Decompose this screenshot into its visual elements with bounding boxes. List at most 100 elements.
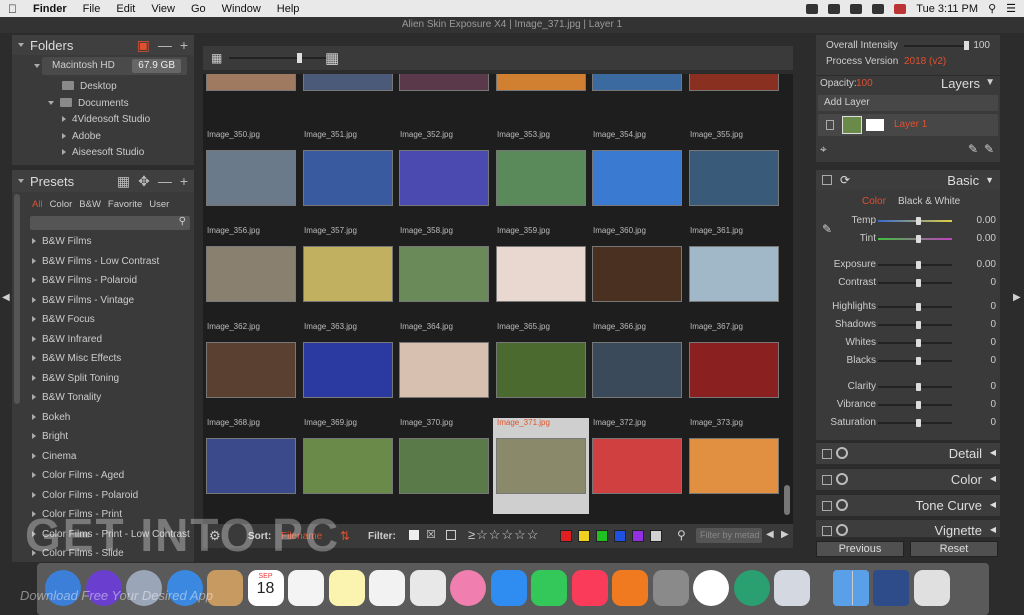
expand-icon[interactable] bbox=[32, 296, 36, 303]
volume-icon[interactable] bbox=[872, 3, 885, 14]
thumbnail-cell[interactable]: Image_372.jpg bbox=[589, 418, 685, 514]
slider-whites[interactable]: Whites 0 bbox=[826, 334, 996, 352]
thumbnail-cell[interactable]: Image_371.jpg bbox=[493, 418, 589, 514]
reset-cycle-icon[interactable] bbox=[836, 473, 848, 485]
slider-knob[interactable] bbox=[916, 217, 921, 225]
apple-menu-icon[interactable]:  bbox=[0, 2, 25, 16]
dock-app-icon[interactable] bbox=[369, 570, 405, 606]
tree-item-adobe[interactable]: Adobe bbox=[48, 129, 150, 146]
next-arrow-icon[interactable]: ▶ bbox=[781, 529, 789, 540]
slider-knob[interactable] bbox=[916, 321, 921, 329]
slider-highlights[interactable]: Highlights 0 bbox=[826, 298, 996, 316]
chevron-left-icon[interactable]: ◀ bbox=[990, 474, 996, 483]
preset-item[interactable]: B&W Films - Vintage bbox=[26, 291, 194, 311]
flag-filter-icon[interactable] bbox=[409, 530, 419, 540]
slider-track[interactable] bbox=[878, 217, 952, 225]
dock-app-icon[interactable] bbox=[733, 570, 770, 606]
search-icon[interactable]: ⚲ bbox=[677, 528, 686, 542]
preset-item[interactable]: B&W Split Toning bbox=[26, 369, 194, 389]
drive-expand-icon[interactable] bbox=[34, 64, 40, 68]
folder-add-icon[interactable]: ▣ bbox=[137, 37, 150, 54]
color-swatch[interactable] bbox=[650, 530, 662, 542]
expand-icon[interactable] bbox=[32, 452, 36, 459]
thumbnail-cell[interactable]: Image_363.jpg bbox=[300, 322, 396, 418]
preset-item[interactable]: B&W Films - Low Contrast bbox=[26, 252, 194, 272]
preset-item[interactable]: B&W Misc Effects bbox=[26, 349, 194, 369]
unflag-filter-icon[interactable] bbox=[446, 530, 456, 540]
dock-app-icon[interactable] bbox=[571, 570, 608, 606]
expand-icon[interactable] bbox=[32, 374, 36, 381]
minus-icon[interactable]: — bbox=[158, 173, 172, 190]
color-swatch[interactable] bbox=[596, 530, 608, 542]
thumbnail-cell[interactable]: Image_373.jpg bbox=[686, 418, 782, 514]
slider-vibrance[interactable]: Vibrance 0 bbox=[826, 396, 996, 414]
slider-knob[interactable] bbox=[916, 279, 921, 287]
slider-temp[interactable]: Temp 0.00 bbox=[826, 212, 996, 230]
slider-track[interactable] bbox=[878, 235, 952, 243]
tree-item-desktop[interactable]: Desktop bbox=[48, 79, 150, 96]
expand-icon[interactable] bbox=[32, 472, 36, 478]
prev-arrow-icon[interactable]: ◀ bbox=[766, 529, 774, 540]
dock-app-icon[interactable] bbox=[450, 570, 486, 606]
tree-item-4videosoft[interactable]: 4Videosoft Studio bbox=[48, 112, 150, 129]
visibility-icon[interactable] bbox=[826, 120, 834, 130]
preset-item[interactable]: Color Films - Polaroid bbox=[26, 486, 194, 506]
thumbnail-cell[interactable]: Image_354.jpg bbox=[589, 130, 685, 226]
crop-icon[interactable]: ⌖ bbox=[820, 142, 827, 157]
panel-toggle-icon[interactable] bbox=[822, 526, 832, 536]
preset-item[interactable]: B&W Tonality bbox=[26, 388, 194, 408]
preset-item[interactable]: B&W Films bbox=[26, 232, 194, 252]
minus-icon[interactable]: — bbox=[158, 37, 172, 54]
thumbnail-cell[interactable] bbox=[396, 74, 492, 130]
slider-track[interactable] bbox=[878, 303, 952, 311]
menu-help[interactable]: Help bbox=[269, 3, 308, 15]
scrollbar[interactable] bbox=[14, 194, 20, 404]
menu-view[interactable]: View bbox=[143, 3, 183, 15]
color-swatch[interactable] bbox=[578, 530, 590, 542]
opacity-value[interactable]: 100 bbox=[856, 78, 873, 89]
section-vignette[interactable]: Vignette ◀ bbox=[816, 519, 1000, 538]
reset-cycle-icon[interactable]: ⟳ bbox=[840, 173, 850, 187]
section-detail[interactable]: Detail ◀ bbox=[816, 442, 1000, 464]
thumbnail-cell[interactable] bbox=[589, 74, 685, 130]
thumbnail-cell[interactable]: Image_351.jpg bbox=[300, 130, 396, 226]
thumbnail-cell[interactable]: Image_353.jpg bbox=[493, 130, 589, 226]
wifi-icon[interactable] bbox=[850, 3, 863, 14]
tree-item-documents[interactable]: Documents bbox=[48, 96, 150, 113]
expand-icon[interactable] bbox=[32, 238, 36, 244]
star-rating-filter[interactable]: ≥☆☆☆☆☆ bbox=[468, 527, 539, 543]
chevron-down-icon[interactable]: ▼ bbox=[985, 175, 994, 185]
slider-knob[interactable] bbox=[916, 339, 921, 347]
section-color[interactable]: Color ◀ bbox=[816, 468, 1000, 490]
dock-app-icon[interactable] bbox=[693, 570, 729, 606]
tab-color-mode[interactable]: Color bbox=[862, 196, 886, 207]
thumbnail-cell[interactable]: Image_360.jpg bbox=[589, 226, 685, 322]
slider-knob[interactable] bbox=[916, 383, 921, 391]
left-panel-toggle-icon[interactable]: ◀ bbox=[2, 292, 10, 303]
slider-knob[interactable] bbox=[916, 357, 921, 365]
collapse-icon[interactable] bbox=[18, 43, 24, 47]
thumbnail-cell[interactable]: Image_365.jpg bbox=[493, 322, 589, 418]
color-swatch[interactable] bbox=[560, 530, 572, 542]
flag-icon[interactable] bbox=[894, 3, 907, 14]
dock-app-icon[interactable]: SEP 18 bbox=[247, 570, 284, 606]
slider-contrast[interactable]: Contrast 0 bbox=[826, 274, 996, 292]
reset-cycle-icon[interactable] bbox=[836, 447, 848, 459]
chevron-down-icon[interactable]: ▼ bbox=[985, 77, 995, 88]
slider-track[interactable] bbox=[878, 261, 952, 269]
thumbnail-cell[interactable] bbox=[686, 74, 782, 130]
slider-knob[interactable] bbox=[916, 261, 921, 269]
slider-exposure[interactable]: Exposure 0.00 bbox=[826, 256, 996, 274]
tab-bw-mode[interactable]: Black & White bbox=[898, 196, 960, 207]
expand-icon[interactable] bbox=[32, 433, 36, 439]
thumbnail-cell[interactable]: Image_369.jpg bbox=[300, 418, 396, 514]
menu-file[interactable]: File bbox=[75, 3, 109, 15]
tab-favorite[interactable]: Favorite bbox=[108, 199, 142, 210]
slider-knob[interactable] bbox=[297, 53, 302, 63]
menu-window[interactable]: Window bbox=[214, 3, 269, 15]
collapse-icon[interactable] bbox=[18, 179, 24, 183]
slider-knob[interactable] bbox=[964, 41, 969, 50]
slider-track[interactable] bbox=[878, 321, 952, 329]
thumbnail-cell[interactable]: Image_350.jpg bbox=[203, 130, 299, 226]
slider-track[interactable] bbox=[878, 339, 952, 347]
